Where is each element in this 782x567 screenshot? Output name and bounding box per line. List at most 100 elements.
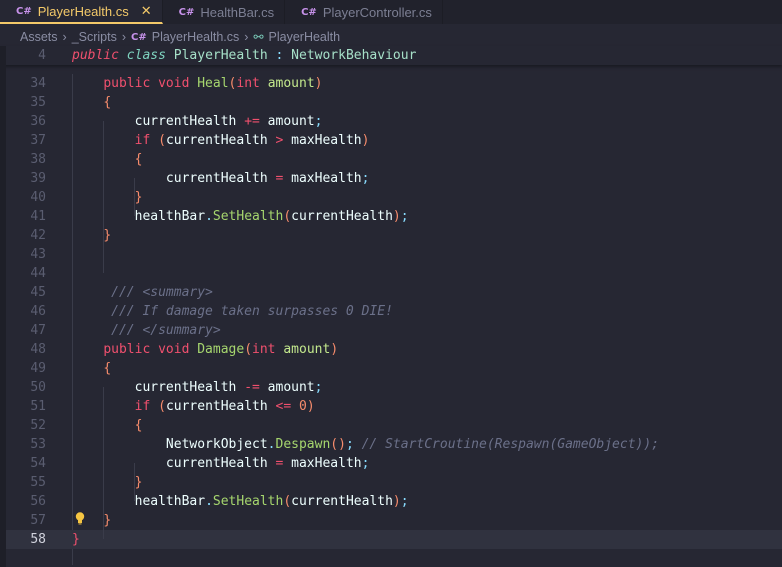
code-line[interactable]: 40 }: [0, 188, 782, 207]
code-token: ): [330, 342, 339, 357]
code-text: healthBar.SetHealth(currentHealth);: [72, 207, 409, 226]
breadcrumb-item[interactable]: PlayerHealth.cs: [152, 30, 240, 44]
code-line[interactable]: 39 currentHealth = maxHealth;: [0, 169, 782, 188]
breadcrumb-item[interactable]: Assets: [20, 30, 58, 44]
sticky-scroll-header[interactable]: 4 public class PlayerHealth : NetworkBeha…: [0, 46, 782, 65]
code-token: maxHealth: [283, 133, 362, 148]
code-token: healthBar: [72, 494, 206, 509]
breadcrumb-item[interactable]: _Scripts: [72, 30, 117, 44]
chevron-right-icon: ›: [121, 30, 127, 44]
code-token: /// If damage taken surpasses 0 DIE!: [72, 304, 393, 319]
code-text: }: [72, 530, 80, 549]
tab-playercontroller[interactable]: C# PlayerController.cs: [285, 0, 443, 24]
code-token: ;: [345, 437, 354, 452]
code-text: currentHealth -= amount;: [72, 378, 323, 397]
code-line[interactable]: 41 healthBar.SetHealth(currentHealth);: [0, 207, 782, 226]
code-line[interactable]: 48 public void Damage(int amount): [0, 340, 782, 359]
code-line[interactable]: 46 /// If damage taken surpasses 0 DIE!: [0, 302, 782, 321]
code-text: if (currentHealth <= 0): [72, 397, 315, 416]
code-token: SetHealth: [212, 209, 284, 224]
code-token: public void: [103, 76, 198, 91]
code-line[interactable]: 50 currentHealth -= amount;: [0, 378, 782, 397]
gutter-edge: [0, 46, 6, 567]
code-line[interactable]: 54 currentHealth = maxHealth;: [0, 454, 782, 473]
breadcrumb: Assets › _Scripts › C# PlayerHealth.cs › ⚯ Pl…: [20, 28, 340, 46]
breadcrumb-item[interactable]: PlayerHealth: [269, 30, 341, 44]
indent-guide: [103, 387, 104, 539]
code-text: currentHealth = maxHealth;: [72, 169, 370, 188]
code-line[interactable]: 36 currentHealth += amount;: [0, 112, 782, 131]
line-number: 38: [30, 152, 46, 167]
code-token: ): [306, 399, 315, 414]
code-line[interactable]: 57 }: [0, 511, 782, 530]
code-line[interactable]: 43: [0, 245, 782, 264]
code-line[interactable]: 47 /// </summary>: [0, 321, 782, 340]
line-number: 46: [30, 304, 46, 319]
code-token: maxHealth: [283, 456, 362, 471]
tab-bar: C# PlayerHealth.cs ✕ C# HealthBar.cs C# Play…: [0, 0, 782, 24]
code-line[interactable]: 44: [0, 264, 782, 283]
code-token: ;: [314, 380, 323, 395]
code-token: }: [103, 513, 112, 528]
code-token: ;: [314, 114, 323, 129]
line-number: 39: [30, 171, 46, 186]
tab-label: PlayerHealth.cs: [37, 3, 129, 19]
code-line[interactable]: 58}: [0, 530, 782, 549]
tab-healthbar[interactable]: C# HealthBar.cs: [163, 0, 286, 24]
code-token: (: [283, 494, 292, 509]
code-token: currentHealth: [165, 399, 276, 414]
code-line[interactable]: 56 healthBar.SetHealth(currentHealth);: [0, 492, 782, 511]
line-number: 53: [30, 437, 46, 452]
code-token: {: [134, 418, 143, 433]
code-text: currentHealth += amount;: [72, 112, 323, 131]
code-line[interactable]: 38 {: [0, 150, 782, 169]
line-number: 34: [30, 76, 46, 91]
code-editor[interactable]: 34 public void Heal(int amount) 35 {36 cu…: [0, 46, 782, 567]
code-token: ): [392, 494, 401, 509]
code-text: public void Heal(int amount): [72, 74, 322, 93]
line-number: 42: [30, 228, 46, 243]
code-token: NetworkBehaviour: [283, 48, 417, 63]
code-line[interactable]: 52 {: [0, 416, 782, 435]
lightbulb-icon[interactable]: [75, 512, 85, 525]
line-number: 50: [30, 380, 46, 395]
code-token: /// </summary>: [72, 323, 221, 338]
code-token: NetworkObject: [72, 437, 268, 452]
code-line[interactable]: 49 {: [0, 359, 782, 378]
code-token: /// <summary>: [72, 285, 213, 300]
code-token: ;: [400, 494, 409, 509]
code-line[interactable]: 55 }: [0, 473, 782, 492]
code-text: {: [72, 93, 111, 112]
code-text: }: [72, 188, 143, 207]
code-line[interactable]: 37 if (currentHealth > maxHealth): [0, 131, 782, 150]
code-token: }: [134, 475, 143, 490]
code-token: {: [103, 95, 112, 110]
code-line[interactable]: 42 }: [0, 226, 782, 245]
line-number: 43: [30, 247, 46, 262]
code-text: if (currentHealth > maxHealth): [72, 131, 370, 150]
tab-playerhealth[interactable]: C# PlayerHealth.cs ✕: [0, 0, 163, 24]
indent-guide: [103, 121, 104, 273]
code-token: 0: [299, 399, 307, 414]
code-line[interactable]: 34 public void Heal(int amount): [0, 74, 782, 93]
code-line[interactable]: 45 /// <summary>: [0, 283, 782, 302]
code-line[interactable]: 51 if (currentHealth <= 0): [0, 397, 782, 416]
csharp-file-icon: C#: [131, 31, 147, 43]
code-text: currentHealth = maxHealth;: [72, 454, 370, 473]
code-text: /// If damage taken surpasses 0 DIE!: [72, 302, 393, 321]
code-token: class: [126, 48, 166, 63]
code-line[interactable]: 35 {: [0, 93, 782, 112]
code-token: currentHealth: [291, 494, 393, 509]
code-token: ;: [361, 456, 370, 471]
code-line[interactable]: 53 NetworkObject.Despawn(); // StartCrou…: [0, 435, 782, 454]
close-icon[interactable]: ✕: [141, 3, 152, 19]
code-token: ;: [361, 171, 370, 186]
code-token: amount: [283, 342, 331, 357]
line-number: 4: [38, 48, 46, 63]
line-number: 37: [30, 133, 46, 148]
